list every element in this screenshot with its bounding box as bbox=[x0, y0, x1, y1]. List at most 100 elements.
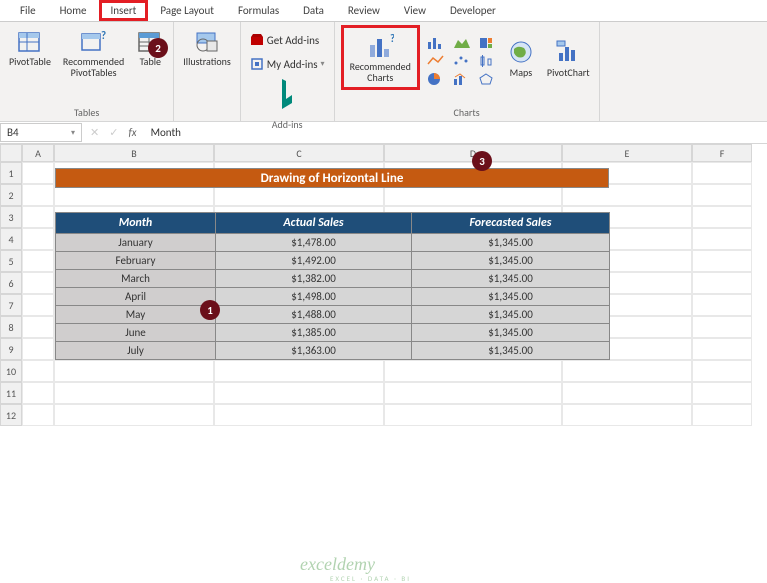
line-chart-icon[interactable] bbox=[426, 54, 446, 68]
hierarchy-chart-icon[interactable] bbox=[478, 36, 498, 50]
pivotchart-button[interactable]: PivotChart bbox=[544, 36, 593, 80]
cancel-icon[interactable]: ✕ bbox=[90, 126, 99, 139]
cell[interactable] bbox=[562, 360, 692, 382]
my-addins-button[interactable]: My Add-ins ▾ bbox=[247, 55, 328, 73]
row-header[interactable]: 10 bbox=[0, 360, 22, 382]
cell[interactable] bbox=[22, 294, 54, 316]
cell[interactable] bbox=[22, 338, 54, 360]
col-header-e[interactable]: E bbox=[562, 144, 692, 162]
table-row[interactable]: July$1,363.00$1,345.00 bbox=[56, 342, 610, 360]
cell[interactable] bbox=[562, 382, 692, 404]
cell[interactable] bbox=[22, 184, 54, 206]
tab-file[interactable]: File bbox=[8, 0, 48, 21]
row-header[interactable]: 8 bbox=[0, 316, 22, 338]
select-all-corner[interactable] bbox=[0, 144, 22, 162]
col-header-b[interactable]: B bbox=[54, 144, 214, 162]
enter-icon[interactable]: ✓ bbox=[109, 126, 118, 139]
table-cell[interactable]: March bbox=[56, 270, 216, 288]
column-chart-icon[interactable] bbox=[426, 36, 446, 50]
cell[interactable] bbox=[692, 360, 752, 382]
table-cell[interactable]: $1,492.00 bbox=[216, 252, 412, 270]
data-table[interactable]: Month Actual Sales Forecasted Sales Janu… bbox=[55, 212, 610, 360]
cell[interactable] bbox=[692, 404, 752, 426]
col-header-a[interactable]: A bbox=[22, 144, 54, 162]
table-cell[interactable]: February bbox=[56, 252, 216, 270]
table-cell[interactable]: July bbox=[56, 342, 216, 360]
cell[interactable] bbox=[692, 228, 752, 250]
cell[interactable] bbox=[692, 382, 752, 404]
tab-home[interactable]: Home bbox=[48, 0, 99, 21]
cell[interactable] bbox=[692, 250, 752, 272]
row-header[interactable]: 6 bbox=[0, 272, 22, 294]
table-row[interactable]: February$1,492.00$1,345.00 bbox=[56, 252, 610, 270]
table-cell[interactable]: $1,345.00 bbox=[412, 288, 610, 306]
formula-input[interactable]: Month bbox=[147, 124, 759, 141]
pivottable-button[interactable]: PivotTable bbox=[6, 25, 54, 69]
cell[interactable] bbox=[214, 382, 384, 404]
table-cell[interactable]: $1,385.00 bbox=[216, 324, 412, 342]
cell[interactable] bbox=[22, 404, 54, 426]
cell[interactable] bbox=[562, 404, 692, 426]
cell[interactable] bbox=[692, 272, 752, 294]
recommended-charts-button[interactable]: ? Recommended Charts bbox=[341, 25, 420, 90]
illustrations-button[interactable]: Illustrations bbox=[180, 25, 234, 69]
cell[interactable] bbox=[692, 184, 752, 206]
cell[interactable] bbox=[22, 206, 54, 228]
pie-chart-icon[interactable] bbox=[426, 72, 446, 86]
cell[interactable] bbox=[384, 404, 562, 426]
cell[interactable] bbox=[22, 316, 54, 338]
table-cell[interactable]: May bbox=[56, 306, 216, 324]
table-row[interactable]: April$1,498.00$1,345.00 bbox=[56, 288, 610, 306]
cell[interactable] bbox=[22, 250, 54, 272]
stats-chart-icon[interactable] bbox=[478, 54, 498, 68]
table-cell[interactable]: $1,345.00 bbox=[412, 324, 610, 342]
table-cell[interactable]: $1,345.00 bbox=[412, 234, 610, 252]
tab-view[interactable]: View bbox=[392, 0, 438, 21]
cell[interactable] bbox=[54, 360, 214, 382]
tab-insert[interactable]: Insert bbox=[99, 0, 149, 21]
get-addins-button[interactable]: Get Add-ins bbox=[247, 31, 328, 49]
table-cell[interactable]: $1,345.00 bbox=[412, 270, 610, 288]
table-cell[interactable]: $1,363.00 bbox=[216, 342, 412, 360]
table-cell[interactable]: June bbox=[56, 324, 216, 342]
table-row[interactable]: June$1,385.00$1,345.00 bbox=[56, 324, 610, 342]
fx-icon[interactable]: fx bbox=[128, 126, 136, 139]
cell[interactable] bbox=[54, 382, 214, 404]
scatter-chart-icon[interactable] bbox=[452, 54, 472, 68]
bing-icon[interactable] bbox=[278, 77, 296, 113]
row-header[interactable]: 5 bbox=[0, 250, 22, 272]
row-header[interactable]: 12 bbox=[0, 404, 22, 426]
table-cell[interactable]: $1,478.00 bbox=[216, 234, 412, 252]
cell[interactable] bbox=[384, 360, 562, 382]
table-cell[interactable]: $1,488.00 bbox=[216, 306, 412, 324]
combo-chart-icon[interactable] bbox=[452, 72, 472, 86]
cell[interactable] bbox=[692, 206, 752, 228]
tab-page-layout[interactable]: Page Layout bbox=[148, 0, 226, 21]
cell[interactable] bbox=[54, 404, 214, 426]
cell[interactable] bbox=[384, 382, 562, 404]
tab-review[interactable]: Review bbox=[336, 0, 392, 21]
row-header[interactable]: 11 bbox=[0, 382, 22, 404]
table-cell[interactable]: $1,345.00 bbox=[412, 252, 610, 270]
table-cell[interactable]: $1,498.00 bbox=[216, 288, 412, 306]
table-row[interactable]: March$1,382.00$1,345.00 bbox=[56, 270, 610, 288]
cell[interactable] bbox=[214, 404, 384, 426]
col-header-c[interactable]: C bbox=[214, 144, 384, 162]
cell[interactable] bbox=[692, 338, 752, 360]
table-row[interactable]: January$1,478.00$1,345.00 bbox=[56, 234, 610, 252]
table-cell[interactable]: January bbox=[56, 234, 216, 252]
table-cell[interactable]: April bbox=[56, 288, 216, 306]
row-header[interactable]: 7 bbox=[0, 294, 22, 316]
cell[interactable] bbox=[22, 360, 54, 382]
row-header[interactable]: 1 bbox=[0, 162, 22, 184]
cell[interactable] bbox=[692, 294, 752, 316]
table-row[interactable]: May$1,488.00$1,345.00 bbox=[56, 306, 610, 324]
cell[interactable] bbox=[22, 228, 54, 250]
cell[interactable] bbox=[22, 382, 54, 404]
maps-button[interactable]: Maps bbox=[504, 36, 538, 80]
table-cell[interactable]: $1,345.00 bbox=[412, 342, 610, 360]
recommended-pivot-button[interactable]: ? Recommended PivotTables bbox=[60, 25, 127, 80]
row-header[interactable]: 4 bbox=[0, 228, 22, 250]
radar-chart-icon[interactable] bbox=[478, 72, 498, 86]
col-header-f[interactable]: F bbox=[692, 144, 752, 162]
